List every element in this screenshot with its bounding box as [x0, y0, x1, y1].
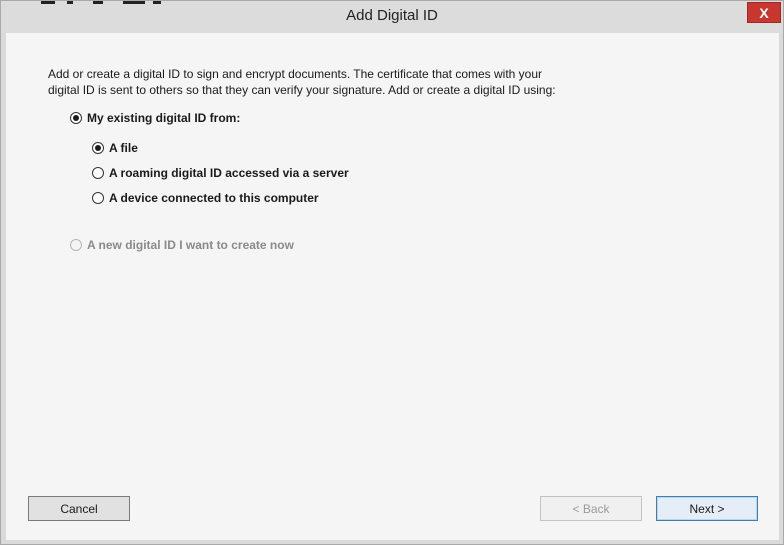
close-icon: X [759, 4, 769, 21]
radio-indicator-existing[interactable] [70, 112, 82, 124]
intro-text: Add or create a digital ID to sign and e… [48, 67, 556, 97]
radio-roaming-label: A roaming digital ID accessed via a serv… [109, 166, 349, 180]
radio-device[interactable]: A device connected to this computer [92, 191, 319, 205]
radio-indicator-device[interactable] [92, 192, 104, 204]
cancel-button[interactable]: Cancel [28, 496, 130, 521]
radio-indicator-create-new [70, 239, 82, 251]
back-button: < Back [540, 496, 642, 521]
window-title: Add Digital ID [346, 7, 438, 24]
close-button[interactable]: X [747, 2, 781, 23]
radio-a-file[interactable]: A file [92, 141, 138, 155]
radio-indicator-roaming[interactable] [92, 167, 104, 179]
radio-indicator-file[interactable] [92, 142, 104, 154]
radio-create-new-digital-id: A new digital ID I want to create now [70, 238, 294, 252]
radio-roaming-digital-id[interactable]: A roaming digital ID accessed via a serv… [92, 166, 349, 180]
title-bar[interactable]: Add Digital ID X [1, 1, 783, 33]
dialog-body: Add or create a digital ID to sign and e… [6, 33, 779, 540]
background-window-fragment [41, 1, 171, 4]
radio-device-label: A device connected to this computer [109, 191, 319, 205]
radio-existing-digital-id[interactable]: My existing digital ID from: [70, 111, 240, 125]
radio-file-label: A file [109, 141, 138, 155]
radio-create-new-label: A new digital ID I want to create now [87, 238, 294, 252]
add-digital-id-dialog: Add Digital ID X Add or create a digital… [0, 0, 784, 545]
radio-existing-label: My existing digital ID from: [87, 111, 241, 125]
next-button[interactable]: Next > [656, 496, 758, 521]
